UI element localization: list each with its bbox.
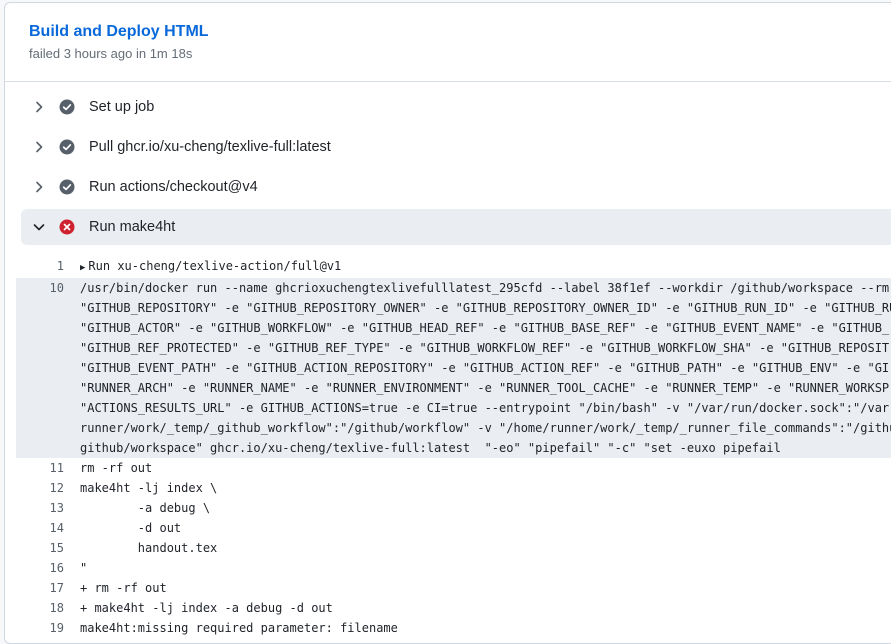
log-line-number[interactable] <box>16 378 64 398</box>
job-status-text: failed 3 hours ago in 1m 18s <box>29 46 193 61</box>
log-line-number[interactable]: 12 <box>16 478 64 498</box>
log-line-number[interactable]: 19 <box>16 618 64 638</box>
chevron-right-icon[interactable] <box>23 129 55 165</box>
log-line-text: /usr/bin/docker run --name ghcrioxucheng… <box>80 281 890 295</box>
log-line-number[interactable] <box>16 318 64 338</box>
step-label: Run make4ht <box>89 219 176 235</box>
log-line: "RUNNER_ARCH" -e "RUNNER_NAME" -e "RUNNE… <box>16 378 891 398</box>
log-line-text: + make4ht -lj index -a debug -d out <box>80 601 333 615</box>
job-title-link[interactable]: Build and Deploy HTML <box>29 23 209 41</box>
log-line-text: "GITHUB_REF_PROTECTED" -e "GITHUB_REF_TY… <box>80 341 890 355</box>
step-label: Set up job <box>89 99 155 115</box>
log-line-text: "GITHUB_EVENT_PATH" -e "GITHUB_ACTION_RE… <box>80 361 890 375</box>
log-line-text: "RUNNER_ARCH" -e "RUNNER_NAME" -e "RUNNE… <box>80 381 890 395</box>
step-row[interactable]: Run make4ht <box>21 209 891 245</box>
log-group-label[interactable]: Run xu-cheng/texlive-action/full@v1 <box>88 259 341 273</box>
log-line: 10/usr/bin/docker run --name ghcrioxuche… <box>16 278 891 298</box>
log-line-number[interactable] <box>16 358 64 378</box>
job-header: Build and Deploy HTML failed 3 hours ago… <box>5 3 891 82</box>
log-line-text: ▶ Run xu-cheng/texlive-action/full@v1 <box>80 256 341 278</box>
log-line-text: rm -rf out <box>80 461 153 475</box>
log-line-number[interactable]: 11 <box>16 458 64 478</box>
log-line-text: handout.tex <box>80 541 218 555</box>
log-line: runner/work/_temp/_github_workflow":"/gi… <box>16 418 891 438</box>
step-label: Pull ghcr.io/xu-cheng/texlive-full:lates… <box>89 139 331 155</box>
log-line: 18 + make4ht -lj index -a debug -d out <box>16 598 891 618</box>
chevron-down-icon[interactable] <box>23 209 55 245</box>
log-line-number[interactable]: 16 <box>16 558 64 578</box>
check-circle-icon <box>59 139 75 155</box>
log-output: 1 ▶ Run xu-cheng/texlive-action/full@v1 10/… <box>16 256 891 638</box>
log-line: 13 -a debug \ <box>16 498 891 518</box>
log-line-number[interactable]: 1 <box>16 256 64 278</box>
log-line-text: " <box>80 561 88 575</box>
step-label: Run actions/checkout@v4 <box>89 179 258 195</box>
log-line-number[interactable] <box>16 338 64 358</box>
log-line-text: "GITHUB_REPOSITORY" -e "GITHUB_REPOSITOR… <box>80 301 891 315</box>
log-line: 16 " <box>16 558 891 578</box>
log-line-number[interactable]: 17 <box>16 578 64 598</box>
steps-list: Set up job Pull ghcr.io/xu-cheng/texlive-… <box>21 89 891 249</box>
log-line-number[interactable] <box>16 398 64 418</box>
log-line: 15 handout.tex <box>16 538 891 558</box>
chevron-right-icon[interactable] <box>23 169 55 205</box>
log-line: "GITHUB_ACTOR" -e "GITHUB_WORKFLOW" -e "… <box>16 318 891 338</box>
log-line-number[interactable]: 14 <box>16 518 64 538</box>
log-line-number[interactable] <box>16 418 64 438</box>
step-row[interactable]: Run actions/checkout@v4 <box>21 169 891 205</box>
log-line-text: -d out <box>80 521 182 535</box>
log-line-number[interactable]: 18 <box>16 598 64 618</box>
log-line-text: -a debug \ <box>80 501 211 515</box>
log-line: "GITHUB_REF_PROTECTED" -e "GITHUB_REF_TY… <box>16 338 891 358</box>
log-line: "GITHUB_REPOSITORY" -e "GITHUB_REPOSITOR… <box>16 298 891 318</box>
log-line: 11 rm -rf out <box>16 458 891 478</box>
log-line: 1 ▶ Run xu-cheng/texlive-action/full@v1 <box>16 256 891 278</box>
log-line-number[interactable] <box>16 438 64 458</box>
check-circle-icon <box>59 179 75 195</box>
log-line-number[interactable]: 10 <box>16 278 64 298</box>
log-line-text: runner/work/_temp/_github_workflow":"/gi… <box>80 421 891 435</box>
log-line-text: make4ht -lj index \ <box>80 481 218 495</box>
check-circle-icon <box>59 99 75 115</box>
log-line-text: + rm -rf out <box>80 581 167 595</box>
log-line: 17 + rm -rf out <box>16 578 891 598</box>
log-line: "GITHUB_EVENT_PATH" -e "GITHUB_ACTION_RE… <box>16 358 891 378</box>
log-line-text: "GITHUB_ACTOR" -e "GITHUB_WORKFLOW" -e "… <box>80 321 890 335</box>
log-line: 12 make4ht -lj index \ <box>16 478 891 498</box>
triangle-right-icon[interactable]: ▶ <box>80 263 85 273</box>
log-line: 14 -d out <box>16 518 891 538</box>
log-line-number[interactable] <box>16 298 64 318</box>
x-circle-icon <box>59 219 75 235</box>
log-line: github/workspace" ghcr.io/xu-cheng/texli… <box>16 438 891 458</box>
log-line-number[interactable]: 15 <box>16 538 64 558</box>
step-row[interactable]: Pull ghcr.io/xu-cheng/texlive-full:lates… <box>21 129 891 165</box>
log-line-text: github/workspace" ghcr.io/xu-cheng/texli… <box>80 441 781 455</box>
chevron-right-icon[interactable] <box>23 89 55 125</box>
log-line: "ACTIONS_RESULTS_URL" -e GITHUB_ACTIONS=… <box>16 398 891 418</box>
log-line-text: make4ht:missing required parameter: file… <box>80 621 398 635</box>
log-line: 19 make4ht:missing required parameter: fi… <box>16 618 891 638</box>
log-line-text: "ACTIONS_RESULTS_URL" -e GITHUB_ACTIONS=… <box>80 401 890 415</box>
log-line-number[interactable]: 13 <box>16 498 64 518</box>
step-row[interactable]: Set up job <box>21 89 891 125</box>
